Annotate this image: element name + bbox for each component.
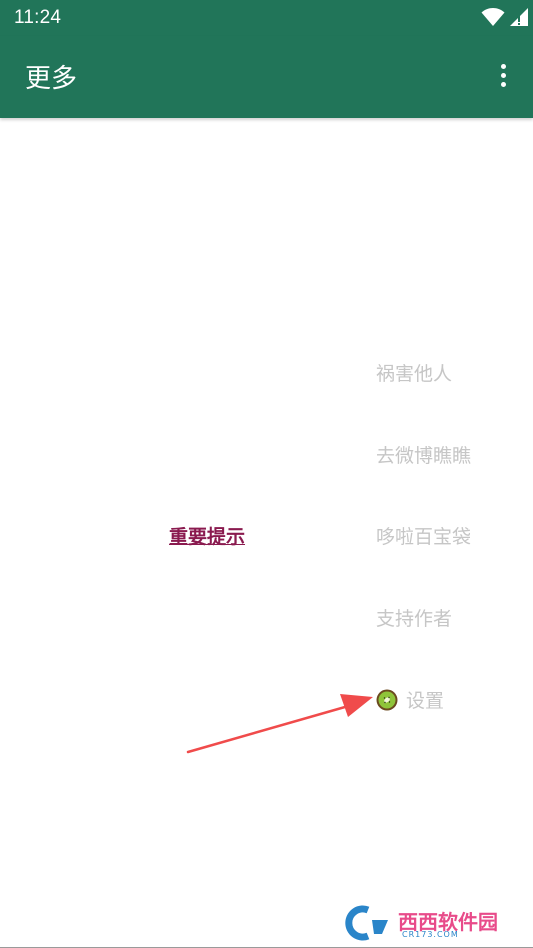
menu-item-weibo[interactable]: 去微博瞧瞧 bbox=[376, 441, 471, 468]
page-title: 更多 bbox=[25, 64, 78, 94]
more-options-button[interactable] bbox=[489, 60, 517, 94]
wifi-icon bbox=[481, 8, 505, 26]
watermark-icon bbox=[345, 905, 388, 941]
menu-item-support-author[interactable]: 支持作者 bbox=[376, 604, 452, 631]
watermark-logo: 西西软件园 CR173.COM bbox=[338, 904, 513, 942]
app-bar: 更多 bbox=[0, 36, 533, 118]
menu-item-harm-others[interactable]: 祸害他人 bbox=[376, 359, 452, 386]
more-vert-icon bbox=[500, 64, 506, 69]
status-bar: 11:24 bbox=[0, 0, 533, 36]
menu-item-settings[interactable]: 设置 bbox=[376, 686, 444, 713]
menu-item-doraemon-bag[interactable]: 哆啦百宝袋 bbox=[376, 522, 471, 549]
menu-item-settings-label: 设置 bbox=[406, 690, 445, 712]
screen: 11:24 更多 重要提示 祸害他人 去微博瞧瞧 哆啦百宝袋 支持作者 设置 西… bbox=[0, 0, 533, 948]
kiwi-icon bbox=[376, 689, 398, 711]
annotation-arrow bbox=[186, 694, 373, 754]
important-tip-link[interactable]: 重要提示 bbox=[169, 522, 245, 549]
watermark-sub: CR173.COM bbox=[402, 930, 459, 939]
status-time: 11:24 bbox=[14, 7, 62, 28]
signal-icon bbox=[510, 8, 528, 26]
